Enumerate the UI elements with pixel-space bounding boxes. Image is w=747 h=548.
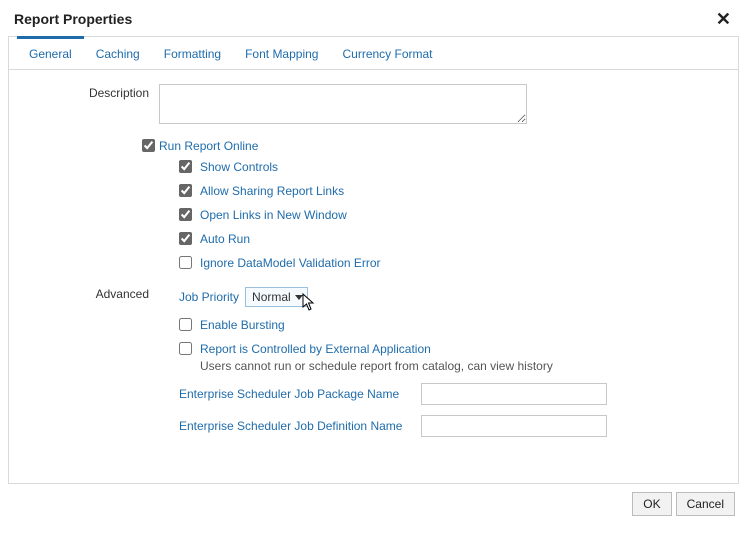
tab-font-mapping[interactable]: Font Mapping — [233, 37, 330, 69]
button-bar: OK Cancel — [4, 484, 743, 520]
tab-currency-format[interactable]: Currency Format — [330, 37, 444, 69]
tab-strip: General Caching Formatting Font Mapping … — [9, 37, 738, 70]
external-application-checkbox[interactable] — [179, 342, 192, 355]
ignore-dm-error-checkbox[interactable] — [179, 256, 192, 269]
auto-run-label: Auto Run — [200, 231, 250, 247]
allow-sharing-checkbox[interactable] — [179, 184, 192, 197]
external-application-hint: Users cannot run or schedule report from… — [200, 359, 553, 373]
enterprise-package-input[interactable] — [421, 383, 607, 405]
enterprise-definition-label: Enterprise Scheduler Job Definition Name — [179, 419, 421, 433]
enterprise-package-label: Enterprise Scheduler Job Package Name — [179, 387, 421, 401]
enable-bursting-label: Enable Bursting — [200, 317, 285, 333]
run-report-online-label: Run Report Online — [159, 137, 718, 155]
tab-caching[interactable]: Caching — [84, 37, 152, 69]
ignore-dm-error-label: Ignore DataModel Validation Error — [200, 255, 381, 271]
report-properties-dialog: Report Properties ✕ General Caching Form… — [0, 0, 747, 524]
tab-formatting[interactable]: Formatting — [152, 37, 233, 69]
chevron-down-icon — [295, 295, 303, 300]
dialog-header: Report Properties ✕ — [4, 4, 743, 36]
open-links-new-window-checkbox[interactable] — [179, 208, 192, 221]
auto-run-checkbox[interactable] — [179, 232, 192, 245]
dialog-title: Report Properties — [14, 11, 132, 27]
job-priority-value: Normal — [252, 290, 291, 304]
enable-bursting-checkbox[interactable] — [179, 318, 192, 331]
run-report-online-checkbox[interactable] — [142, 139, 155, 152]
enterprise-definition-input[interactable] — [421, 415, 607, 437]
tab-panel: General Caching Formatting Font Mapping … — [8, 36, 739, 484]
show-controls-checkbox[interactable] — [179, 160, 192, 173]
cancel-button[interactable]: Cancel — [676, 492, 735, 516]
advanced-label: Advanced — [29, 285, 159, 301]
external-application-label: Report is Controlled by External Applica… — [200, 341, 553, 357]
cursor-icon — [302, 293, 318, 313]
description-label: Description — [29, 84, 159, 100]
job-priority-select[interactable]: Normal — [245, 287, 308, 307]
show-controls-label: Show Controls — [200, 159, 278, 175]
description-input[interactable] — [159, 84, 527, 124]
close-icon[interactable]: ✕ — [712, 10, 735, 28]
ok-button[interactable]: OK — [632, 492, 671, 516]
job-priority-label: Job Priority — [179, 290, 239, 304]
open-links-new-window-label: Open Links in New Window — [200, 207, 347, 223]
tab-general[interactable]: General — [17, 36, 84, 69]
allow-sharing-label: Allow Sharing Report Links — [200, 183, 344, 199]
form-area: Description Run Report Online Show Contr… — [9, 70, 738, 459]
